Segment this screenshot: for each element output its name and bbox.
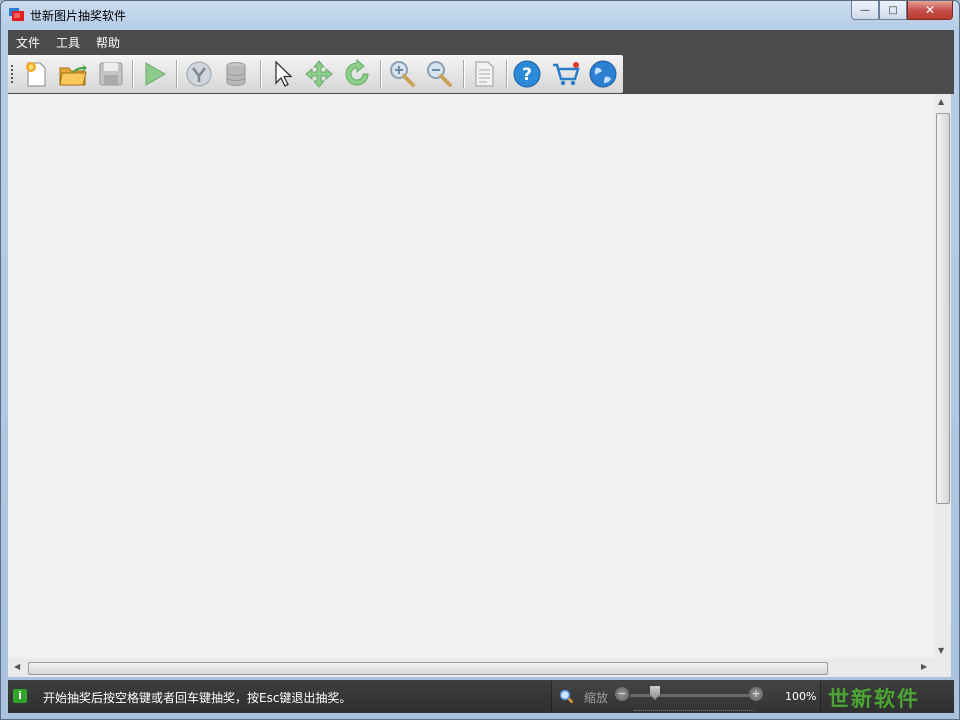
svg-text:?: ?	[522, 65, 532, 85]
database-icon	[226, 62, 246, 87]
app-window: 世新图片抽奖软件 — □ ✕ 文件 工具 帮助 ? ▲ ▼ ◀ ▶ i 开始抽奖…	[0, 0, 960, 720]
zoom-minus-button[interactable]: −	[615, 687, 629, 701]
filter-button[interactable]	[183, 58, 215, 90]
document-button[interactable]	[468, 58, 500, 90]
horizontal-scroll-thumb[interactable]	[28, 662, 828, 675]
zoom-panel: 缩放 − + 100%	[551, 681, 821, 712]
magnifier-icon	[559, 689, 574, 704]
zoom-out-button[interactable]	[423, 58, 455, 90]
toolbar-area: ?	[8, 54, 954, 94]
move-icon	[305, 60, 333, 88]
help-button[interactable]: ?	[511, 58, 543, 90]
brand-logo: 世新软件	[828, 686, 920, 711]
save-icon	[99, 62, 123, 86]
zoom-in-button[interactable]	[386, 58, 418, 90]
move-button[interactable]	[303, 58, 335, 90]
select-button[interactable]	[266, 58, 298, 90]
close-button[interactable]: ✕	[907, 1, 953, 20]
scroll-right-icon[interactable]: ▶	[921, 662, 927, 671]
zoom-ticks	[634, 707, 754, 711]
status-bar: i 开始抽奖后按空格键或者回车键抽奖，按Esc键退出抽奖。 缩放 − + 100…	[8, 680, 954, 713]
new-button[interactable]	[20, 58, 52, 90]
rotate-icon	[345, 59, 369, 86]
toolbar-separator	[260, 60, 262, 88]
scroll-down-icon[interactable]: ▼	[938, 646, 944, 655]
minimize-button[interactable]: —	[851, 1, 879, 20]
zoom-label: 缩放	[584, 691, 609, 705]
scroll-corner	[934, 658, 951, 677]
save-button[interactable]	[95, 58, 127, 90]
app-icon	[9, 8, 24, 21]
image-canvas[interactable]	[8, 94, 934, 658]
menu-tools[interactable]: 工具	[56, 34, 80, 51]
horizontal-scrollbar[interactable]: ◀ ▶	[8, 658, 934, 677]
menu-file[interactable]: 文件	[16, 34, 40, 51]
minimize-icon: —	[860, 4, 870, 16]
start-button[interactable]	[138, 58, 170, 90]
cart-icon	[553, 62, 580, 86]
document-icon	[475, 61, 494, 87]
toolbar-separator	[176, 60, 178, 88]
play-icon	[145, 62, 166, 86]
pointer-icon	[275, 60, 293, 87]
vertical-scroll-thumb[interactable]	[936, 113, 950, 504]
filter-icon	[186, 61, 212, 87]
open-button[interactable]	[57, 58, 89, 90]
scroll-left-icon[interactable]: ◀	[14, 662, 20, 671]
close-icon: ✕	[924, 3, 936, 17]
title-bar[interactable]: 世新图片抽奖软件 — □ ✕	[1, 1, 959, 30]
menu-bar: 文件 工具 帮助	[8, 30, 954, 54]
globe-icon	[589, 60, 617, 88]
info-icon: i	[13, 689, 27, 703]
open-folder-icon	[59, 64, 87, 86]
help-icon: ?	[513, 60, 541, 88]
zoom-plus-button[interactable]: +	[749, 687, 763, 701]
toolbar: ?	[8, 55, 623, 93]
menu-help[interactable]: 帮助	[96, 34, 120, 51]
database-button[interactable]	[220, 58, 252, 90]
scroll-up-icon[interactable]: ▲	[938, 97, 944, 106]
zoom-in-icon	[390, 61, 415, 87]
toolbar-separator	[506, 60, 508, 88]
window-title: 世新图片抽奖软件	[30, 9, 127, 23]
zoom-out-icon	[427, 61, 452, 87]
rotate-button[interactable]	[341, 58, 373, 90]
cart-button[interactable]	[550, 58, 582, 90]
status-message: 开始抽奖后按空格键或者回车键抽奖，按Esc键退出抽奖。	[43, 691, 352, 705]
maximize-icon: □	[888, 4, 898, 16]
maximize-button[interactable]: □	[879, 1, 907, 20]
website-button[interactable]	[587, 58, 619, 90]
zoom-slider[interactable]	[630, 694, 755, 697]
zoom-slider-thumb[interactable]	[650, 686, 660, 700]
toolbar-separator	[132, 60, 134, 88]
toolbar-separator	[380, 60, 382, 88]
vertical-scrollbar[interactable]: ▲ ▼	[934, 94, 951, 658]
zoom-percent: 100%	[785, 690, 817, 703]
new-file-icon	[26, 62, 46, 87]
toolbar-grip[interactable]	[11, 65, 15, 83]
toolbar-separator	[463, 60, 465, 88]
